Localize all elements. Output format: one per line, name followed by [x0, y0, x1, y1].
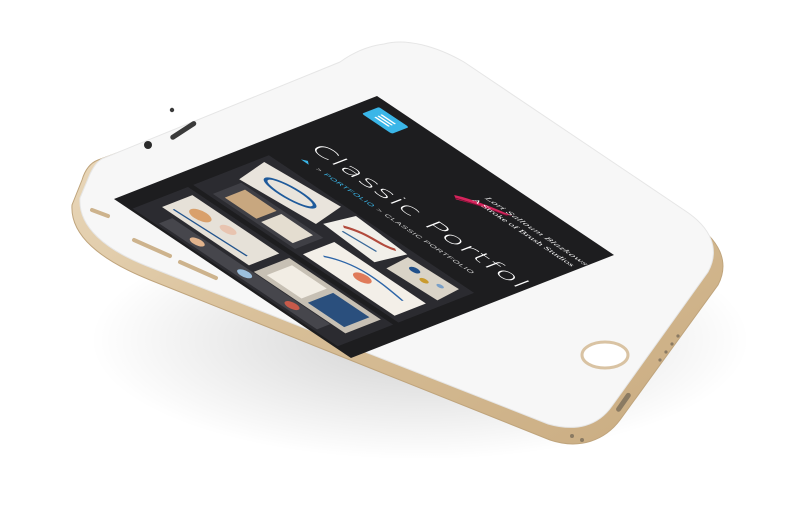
home-button[interactable] — [580, 340, 630, 370]
home-icon[interactable] — [300, 158, 312, 165]
mockup-stage: Lori Salloum Blazkowski's A Stroke of Br… — [0, 0, 800, 514]
front-camera — [144, 141, 152, 149]
breadcrumb-separator: > — [313, 167, 325, 173]
breadcrumb-separator: > — [373, 207, 385, 214]
